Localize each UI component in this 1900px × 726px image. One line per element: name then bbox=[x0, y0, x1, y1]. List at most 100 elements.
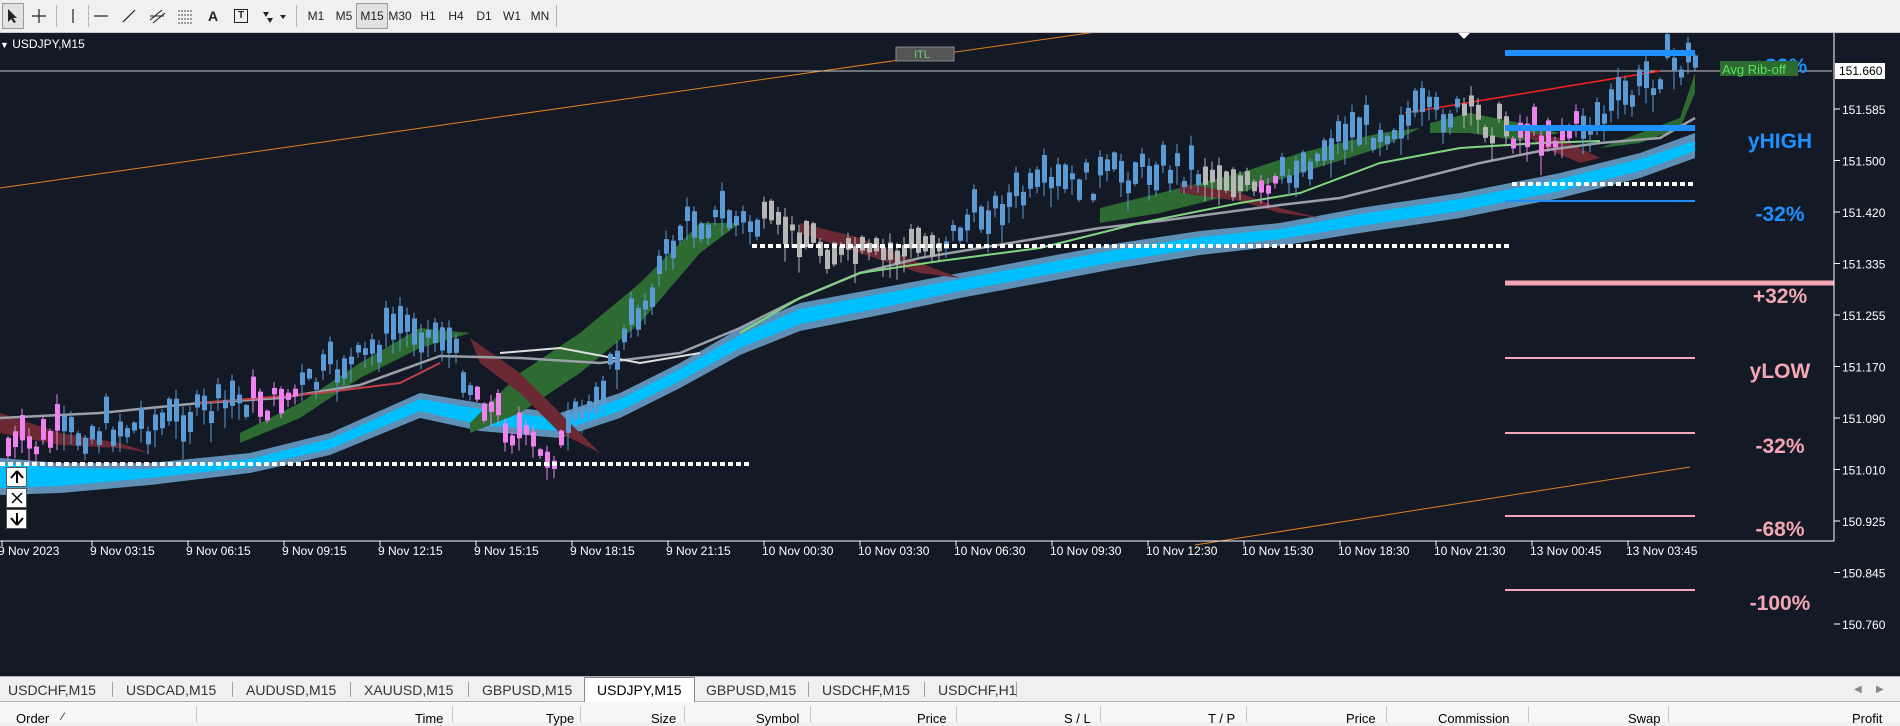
candle-body bbox=[1616, 77, 1621, 101]
col-time[interactable]: Time bbox=[415, 711, 443, 726]
price-label: 151.170 bbox=[1842, 361, 1886, 375]
price-label: 151.010 bbox=[1842, 464, 1886, 478]
text-label-icon[interactable]: T bbox=[230, 3, 252, 29]
candle-body bbox=[1126, 180, 1131, 194]
symbol-text: USDJPY,M15 bbox=[12, 37, 85, 51]
price-label: 151.335 bbox=[1842, 258, 1886, 272]
candle-body bbox=[426, 330, 431, 338]
arrow-down-icon[interactable] bbox=[6, 509, 27, 529]
cursor-arrow-icon[interactable] bbox=[2, 3, 24, 29]
tab-gbpusd-m15-2[interactable]: GBPUSD,M15 bbox=[706, 679, 796, 700]
tab-usdchf-m15-2[interactable]: USDCHF,M15 bbox=[822, 679, 910, 700]
candle-body bbox=[1329, 138, 1334, 160]
crosshair-icon[interactable] bbox=[28, 3, 50, 29]
candle-body bbox=[174, 398, 179, 422]
candle-body bbox=[1385, 136, 1390, 145]
price-label: 150.925 bbox=[1842, 515, 1886, 529]
candle-body bbox=[1490, 135, 1495, 144]
red-trendline[interactable] bbox=[1404, 70, 1661, 114]
candle-body bbox=[706, 224, 711, 239]
close-icon[interactable] bbox=[6, 488, 27, 508]
col-sl[interactable]: S / L bbox=[1064, 711, 1091, 726]
price-label: 151.585 bbox=[1842, 103, 1886, 117]
horizontal-line-icon[interactable] bbox=[90, 3, 112, 29]
tab-scroll-right-icon[interactable]: ▶ bbox=[1876, 679, 1884, 700]
time-label: 9 Nov 12:15 bbox=[378, 544, 443, 558]
candle-body bbox=[1637, 69, 1642, 87]
candle-body bbox=[1672, 57, 1677, 71]
candle-body bbox=[258, 391, 263, 417]
chart-canvas[interactable]: +32%yHIGH-32%+32%yLOW-32%-68%-100% 151.5… bbox=[0, 29, 1900, 676]
col-price-current[interactable]: Price bbox=[1346, 711, 1376, 726]
trendline-icon[interactable] bbox=[118, 3, 140, 29]
candle-body bbox=[356, 344, 361, 353]
col-type[interactable]: Type bbox=[546, 711, 574, 726]
candle-body bbox=[650, 287, 655, 307]
candle-body bbox=[69, 416, 74, 433]
text-icon[interactable]: A bbox=[202, 3, 224, 29]
col-symbol[interactable]: Symbol bbox=[756, 711, 799, 726]
candle-body bbox=[1609, 89, 1614, 111]
tab-usdcad-m15[interactable]: USDCAD,M15 bbox=[126, 679, 216, 700]
tab-usdjpy-m15[interactable]: USDJPY,M15 bbox=[584, 677, 695, 702]
itl-label: ITL bbox=[914, 49, 930, 61]
time-label: 10 Nov 18:30 bbox=[1338, 544, 1410, 558]
candle-body bbox=[1077, 179, 1082, 200]
candle-body bbox=[741, 211, 746, 223]
candle-body bbox=[1175, 153, 1180, 167]
tab-scroll-left-icon[interactable]: ◀ bbox=[1854, 679, 1862, 700]
candle-body bbox=[76, 433, 81, 446]
time-label: 9 Nov 18:15 bbox=[570, 544, 635, 558]
timeframe-mn[interactable]: MN bbox=[524, 3, 556, 29]
candle-body bbox=[1105, 159, 1110, 171]
col-tp[interactable]: T / P bbox=[1208, 711, 1235, 726]
candle-body bbox=[328, 341, 333, 365]
symbol-collapse-icon[interactable]: ▼ bbox=[0, 40, 9, 50]
candle-body bbox=[1098, 156, 1103, 176]
candle-body bbox=[538, 449, 543, 456]
candle-body bbox=[1168, 169, 1173, 184]
candle-body bbox=[1483, 127, 1488, 138]
time-label: 9 Nov 06:15 bbox=[186, 544, 251, 558]
tab-gbpusd-m15[interactable]: GBPUSD,M15 bbox=[482, 679, 572, 700]
tab-audusd-m15[interactable]: AUDUSD,M15 bbox=[246, 679, 336, 700]
chart-shift-marker[interactable] bbox=[1458, 33, 1470, 39]
equidistant-channel-icon[interactable] bbox=[146, 3, 168, 29]
candle-body bbox=[1392, 130, 1397, 139]
col-price[interactable]: Price bbox=[917, 711, 947, 726]
tab-usdchf-m15[interactable]: USDCHF,M15 bbox=[8, 679, 96, 700]
candle-body bbox=[1455, 98, 1460, 108]
candle-body bbox=[699, 223, 704, 240]
vertical-line-icon[interactable] bbox=[62, 3, 84, 29]
candle-body bbox=[524, 424, 529, 435]
candle-body bbox=[727, 210, 732, 229]
candle-body bbox=[1287, 175, 1292, 184]
candle-body bbox=[678, 225, 683, 241]
fibonacci-icon[interactable] bbox=[174, 3, 196, 29]
col-size[interactable]: Size bbox=[651, 711, 676, 726]
candle-body bbox=[776, 211, 781, 225]
candle-body bbox=[1217, 165, 1222, 190]
tab-xauusd-m15[interactable]: XAUUSD,M15 bbox=[364, 679, 453, 700]
candle-body bbox=[615, 350, 620, 370]
candle-body bbox=[111, 429, 116, 447]
col-commission[interactable]: Commission bbox=[1438, 711, 1510, 726]
arrow-up-icon[interactable] bbox=[6, 467, 27, 487]
col-order[interactable]: Order bbox=[16, 711, 49, 726]
col-profit[interactable]: Profit bbox=[1852, 711, 1882, 726]
candle-body bbox=[594, 386, 599, 414]
price-label: 151.500 bbox=[1842, 155, 1886, 169]
col-swap[interactable]: Swap bbox=[1628, 711, 1661, 726]
shapes-dropdown-icon[interactable] bbox=[258, 3, 290, 29]
candle-body bbox=[734, 215, 739, 226]
candle-body bbox=[601, 380, 606, 405]
candle-body bbox=[1434, 97, 1439, 110]
candle-body bbox=[790, 224, 795, 231]
sort-icon[interactable]: ⁄ bbox=[62, 711, 64, 723]
candle-body bbox=[118, 421, 123, 437]
price-chart[interactable]: +32%yHIGH-32%+32%yLOW-32%-68%-100% 151.5… bbox=[0, 29, 1900, 676]
candle-body bbox=[1231, 169, 1236, 198]
candle-body bbox=[475, 386, 480, 400]
tab-usdchf-h1[interactable]: USDCHF,H1 bbox=[938, 679, 1017, 700]
trend-channel-lower[interactable] bbox=[1194, 466, 1691, 546]
